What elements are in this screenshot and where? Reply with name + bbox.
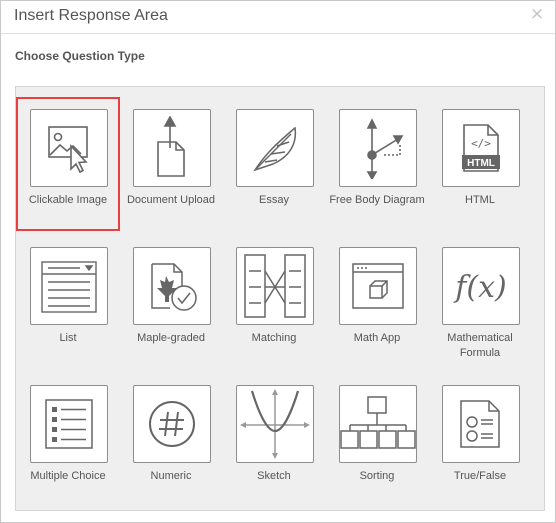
- tile-label: Free Body Diagram: [329, 194, 425, 206]
- tile-label: Mathematical Formula: [447, 332, 513, 359]
- svg-text:</>: </>: [471, 137, 491, 150]
- multiple-choice-icon: [44, 398, 94, 450]
- tile-label: List: [59, 332, 77, 344]
- document-upload-icon: [152, 116, 192, 180]
- tile-multiple-choice-box: [30, 385, 108, 463]
- sketch-graph-icon: [238, 387, 312, 461]
- tile-label: Numeric: [150, 470, 192, 482]
- svg-text:f(x): f(x): [453, 270, 506, 305]
- tile-label: True/False: [453, 470, 507, 482]
- tile-mathematical-formula-box: f(x): [442, 247, 520, 325]
- tile-label: HTML: [465, 194, 495, 206]
- tile-label: Matching: [251, 332, 297, 344]
- tile-true-false[interactable]: True/False: [430, 375, 530, 505]
- maple-leaf-check-icon: [144, 258, 200, 314]
- dialog-titlebar: Insert Response Area ×: [1, 1, 555, 34]
- close-icon[interactable]: ×: [529, 4, 545, 24]
- insert-response-area-dialog: Insert Response Area × Choose Question T…: [0, 0, 556, 523]
- sorting-icon: [340, 393, 416, 455]
- tile-sorting[interactable]: Sorting: [327, 375, 427, 505]
- tile-numeric[interactable]: Numeric: [121, 375, 221, 505]
- tile-free-body-diagram-box: [339, 109, 417, 187]
- tile-label: Essay: [259, 194, 289, 206]
- tile-list[interactable]: List: [18, 237, 118, 367]
- tile-free-body-diagram[interactable]: Free Body Diagram: [327, 99, 427, 229]
- list-dropdown-icon: [40, 258, 98, 314]
- tile-label: Math App: [353, 332, 401, 344]
- tile-numeric-box: [133, 385, 211, 463]
- tile-label: Document Upload: [126, 194, 216, 206]
- question-type-panel: Clickable Image Document Upload Essay Fr…: [15, 86, 545, 511]
- tile-sketch-box: [236, 385, 314, 463]
- matching-icon: [241, 251, 309, 321]
- tile-document-upload[interactable]: Document Upload: [121, 99, 221, 229]
- tile-sorting-box: [339, 385, 417, 463]
- tile-true-false-box: [442, 385, 520, 463]
- tile-math-app[interactable]: Math App: [327, 237, 427, 367]
- tile-label: Maple-graded: [137, 332, 205, 344]
- tile-clickable-image[interactable]: Clickable Image: [16, 97, 120, 231]
- tile-label: Sketch: [257, 470, 291, 482]
- hash-icon: [147, 399, 197, 449]
- tile-matching-box: [236, 247, 314, 325]
- tile-math-app-box: [339, 247, 417, 325]
- tile-document-upload-box: [133, 109, 211, 187]
- tile-list-box: [30, 247, 108, 325]
- tile-sketch[interactable]: Sketch: [224, 375, 324, 505]
- feather-icon: [247, 120, 303, 176]
- tile-multiple-choice[interactable]: Multiple Choice: [18, 375, 118, 505]
- math-app-icon: [350, 260, 406, 312]
- tile-maple-graded-box: [133, 247, 211, 325]
- dialog-title: Insert Response Area: [14, 7, 168, 24]
- html-icon: HTML </>: [458, 121, 504, 175]
- tile-maple-graded[interactable]: Maple-graded: [121, 237, 221, 367]
- tile-essay[interactable]: Essay: [224, 99, 324, 229]
- free-body-diagram-icon: [348, 117, 408, 179]
- tile-label: Clickable Image: [28, 194, 108, 206]
- section-title: Choose Question Type: [15, 49, 145, 63]
- tile-label: Sorting: [359, 470, 395, 482]
- tile-mathematical-formula[interactable]: f(x) Mathematical Formula: [430, 237, 530, 367]
- tile-clickable-image-box: [30, 109, 108, 187]
- true-false-icon: [457, 397, 505, 451]
- tile-html[interactable]: HTML </> HTML: [430, 99, 530, 229]
- tile-label: Multiple Choice: [30, 470, 106, 482]
- svg-text:HTML: HTML: [467, 158, 495, 169]
- tile-essay-box: [236, 109, 314, 187]
- tile-html-box: HTML </>: [442, 109, 520, 187]
- clickable-image-icon: [43, 121, 95, 175]
- fx-icon: f(x): [450, 263, 512, 309]
- tile-matching[interactable]: Matching: [224, 237, 324, 367]
